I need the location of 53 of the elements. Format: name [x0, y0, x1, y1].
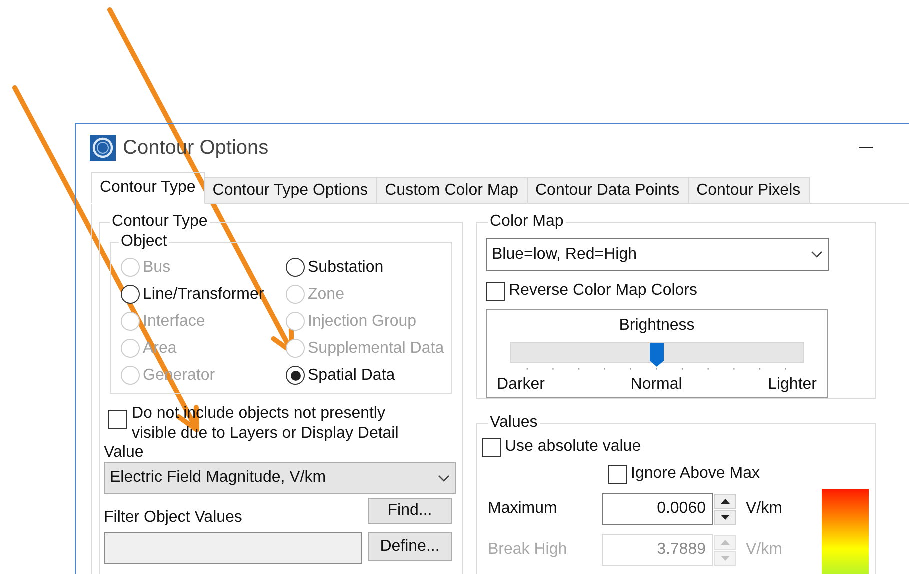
tab[interactable]: Contour Pixels — [688, 177, 810, 204]
radio-button[interactable] — [286, 258, 305, 277]
field-label: Maximum — [487, 499, 558, 519]
filter-input[interactable] — [104, 532, 362, 564]
triangle-down-icon — [720, 556, 730, 560]
number-field[interactable]: 0.0060 — [602, 493, 713, 525]
group-title: Contour Type — [111, 212, 209, 232]
radio-button[interactable] — [286, 366, 305, 385]
chevron-down-icon — [438, 474, 450, 482]
group-title: Color Map — [489, 212, 565, 232]
unit-label: V/km — [746, 499, 782, 519]
group-title: Object — [120, 232, 168, 252]
slider-label: Lighter — [768, 375, 817, 395]
triangle-up-icon — [720, 540, 730, 544]
field-label: Break High — [487, 540, 568, 560]
tab[interactable]: Contour Type — [91, 172, 205, 204]
color-map-dropdown[interactable]: Blue=low, Red=High — [486, 238, 829, 271]
radio-label: Substation — [308, 258, 384, 278]
value-dropdown[interactable]: Electric Field Magnitude, V/km — [104, 462, 456, 494]
checkbox[interactable] — [486, 282, 505, 300]
find-button[interactable]: Find... — [368, 498, 452, 524]
checkbox-label: Reverse Color Map Colors — [509, 281, 698, 301]
tab[interactable]: Contour Type Options — [204, 177, 378, 204]
unit-label: V/km — [746, 540, 782, 560]
radio-label: Injection Group — [308, 312, 417, 332]
slider-title: Brightness — [619, 316, 695, 336]
radio-label: Bus — [143, 258, 171, 278]
triangle-down-icon — [720, 514, 730, 520]
triangle-up-icon — [720, 498, 730, 504]
tab[interactable]: Contour Data Points — [526, 177, 689, 204]
spin-up-button[interactable] — [714, 494, 736, 508]
tab[interactable]: Custom Color Map — [376, 177, 528, 204]
define-button[interactable]: Define... — [368, 532, 452, 561]
minimize-icon[interactable] — [859, 146, 873, 148]
app-logo-icon — [90, 134, 116, 160]
spin-down-button[interactable] — [714, 510, 736, 524]
radio-label: Interface — [143, 312, 206, 332]
radio-button[interactable] — [121, 285, 140, 304]
radio-label: Spatial Data — [308, 366, 396, 386]
field-label: Filter Object Values — [104, 508, 242, 528]
radio-label: Zone — [308, 284, 344, 304]
chevron-down-icon — [811, 251, 823, 258]
slider-label: Darker — [497, 375, 546, 395]
group-title: Values — [489, 413, 539, 433]
slider-thumb[interactable] — [650, 343, 664, 367]
radio-label: Supplemental Data — [308, 338, 444, 358]
checkbox[interactable] — [482, 438, 501, 456]
checkbox[interactable] — [108, 410, 127, 429]
slider-label: Normal — [630, 375, 682, 395]
checkbox-label: Use absolute value — [505, 437, 642, 457]
field-label: Value — [104, 444, 144, 462]
checkbox[interactable] — [608, 464, 627, 484]
checkbox-label: Ignore Above Max — [631, 464, 760, 484]
